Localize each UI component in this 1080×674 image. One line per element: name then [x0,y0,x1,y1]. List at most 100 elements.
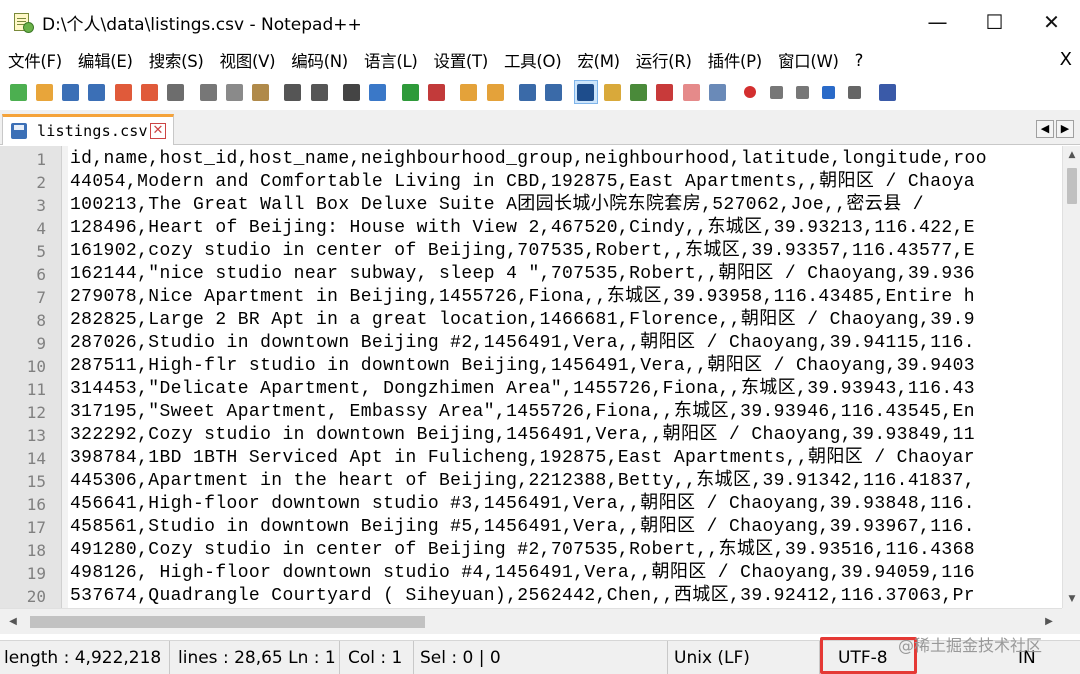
saved-file-icon [11,123,27,139]
code-line[interactable]: 282825,Large 2 BR Apt in a great locatio… [70,309,975,332]
monitor-button[interactable] [705,80,729,104]
close-document-button[interactable]: X [1060,49,1072,70]
record-macro-button[interactable] [738,80,762,104]
paste-button[interactable] [249,80,273,104]
spell-check-button[interactable] [875,80,899,104]
doc-map-icon [603,83,621,101]
minimize-button[interactable]: — [909,0,966,44]
tab-scroll-left-button[interactable]: ◀ [1036,120,1054,138]
scroll-up-icon[interactable]: ▲ [1063,146,1080,164]
code-line[interactable]: 445306,Apartment in the heart of Beijing… [70,470,975,493]
line-number: 7 [36,288,46,307]
code-line[interactable]: 100213,The Great Wall Box Deluxe Suite A… [70,194,924,217]
code-line[interactable]: 128496,Heart of Beijing: House with View… [70,217,975,240]
line-number: 1 [36,150,46,169]
editor-area[interactable]: 1 2 3 4 5 6 7 8 9 10 11 12 13 14 15 16 17 18 19 20 id,name,… [0,146,1080,608]
code-line[interactable]: 317195,"Sweet Apartment, Embassy Area",1… [70,401,975,424]
function-list-button[interactable] [627,80,651,104]
code-line[interactable]: 287026,Studio in downtown Beijing #2,145… [70,332,975,355]
code-line[interactable]: 458561,Studio in downtown Beijing #5,145… [70,516,975,539]
replace-icon [369,83,387,101]
replace-button[interactable] [366,80,390,104]
menu-encoding[interactable]: 编码(N) [283,48,356,72]
code-line[interactable]: 162144,"nice studio near subway, sleep 4… [70,263,975,286]
menu-settings[interactable]: 设置(T) [426,48,496,72]
code-line[interactable]: 287511,High-flr studio in downtown Beiji… [70,355,975,378]
save-macro-button[interactable] [843,80,867,104]
status-eol[interactable]: Unix (LF) [670,641,820,674]
sync-horizontal-icon [486,83,504,101]
window-controls: — ☐ ✕ [909,0,1080,44]
code-line[interactable]: 44054,Modern and Comfortable Living in C… [70,171,975,194]
code-line[interactable]: 161902,cozy studio in center of Beijing,… [70,240,975,263]
show-all-chars-button[interactable] [542,80,566,104]
code-line[interactable]: 322292,Cozy studio in downtown Beijing,1… [70,424,975,447]
paste-icon [252,83,270,101]
close-all-button[interactable] [137,80,161,104]
menu-edit[interactable]: 编辑(E) [70,48,141,72]
stop-record-icon [769,85,783,99]
zoom-out-button[interactable] [424,80,448,104]
play-macro-button[interactable] [790,80,814,104]
cut-button[interactable] [196,80,220,104]
maximize-button[interactable]: ☐ [966,0,1023,44]
new-file-button[interactable] [6,80,30,104]
folder-workspace-button[interactable] [653,80,677,104]
zoom-in-button[interactable] [398,80,422,104]
tab-listings-csv[interactable]: listings.csv ✕ [2,114,174,145]
code-line[interactable]: 456641,High-floor downtown studio #3,145… [70,493,975,516]
print-button[interactable] [164,80,188,104]
undo-button[interactable] [281,80,305,104]
menu-search[interactable]: 搜索(S) [141,48,212,72]
menu-tools[interactable]: 工具(O) [496,48,569,72]
scroll-left-icon[interactable]: ◀ [4,613,22,631]
tab-close-button[interactable]: ✕ [150,123,166,139]
save-all-button[interactable] [85,80,109,104]
open-file-button[interactable] [32,80,56,104]
save-button[interactable] [59,80,83,104]
line-number: 9 [36,334,46,353]
zoom-out-icon [427,83,445,101]
menu-run[interactable]: 运行(R) [628,48,700,72]
word-wrap-button[interactable] [515,80,539,104]
code-line[interactable]: 398784,1BD 1BTH Serviced Apt in Fulichen… [70,447,975,470]
status-sel: Sel : 0 | 0 [416,641,668,674]
horizontal-scroll-thumb[interactable] [30,616,425,628]
vertical-scrollbar[interactable]: ▲ ▼ [1062,146,1080,608]
close-button[interactable]: ✕ [1023,0,1080,44]
find-button[interactable] [340,80,364,104]
menu-window[interactable]: 窗口(W) [770,48,847,72]
scroll-down-icon[interactable]: ▼ [1063,590,1080,608]
folder-button[interactable] [679,80,703,104]
copy-button[interactable] [222,80,246,104]
code-line[interactable]: id,name,host_id,host_name,neighbourhood_… [70,148,987,171]
tab-scroll-right-button[interactable]: ▶ [1056,120,1074,138]
indent-guide-button[interactable] [573,80,598,104]
menu-plugins[interactable]: 插件(P) [700,48,770,72]
menu-language[interactable]: 语言(L) [356,48,426,72]
redo-button[interactable] [307,80,331,104]
line-number-gutter: 1 2 3 4 5 6 7 8 9 10 11 12 13 14 15 16 17 18 19 20 [0,146,62,608]
menu-help[interactable]: ? [847,51,871,70]
run-macro-multiple-button[interactable] [817,80,841,104]
menu-macro[interactable]: 宏(M) [569,48,627,72]
menu-view[interactable]: 视图(V) [212,48,284,72]
sync-vertical-button[interactable] [457,80,481,104]
spell-check-icon [878,83,896,101]
fold-margin [62,146,68,608]
scroll-right-icon[interactable]: ▶ [1040,613,1058,631]
horizontal-scrollbar[interactable]: ◀ ▶ [0,608,1062,634]
doc-map-button[interactable] [600,80,624,104]
code-line[interactable]: 498126, High-floor downtown studio #4,14… [70,562,975,585]
code-line[interactable]: 537674,Quadrangle Courtyard ( Siheyuan),… [70,585,975,608]
menu-file[interactable]: 文件(F) [0,48,70,72]
close-button[interactable] [111,80,135,104]
vertical-scroll-thumb[interactable] [1067,168,1077,204]
line-number: 8 [36,311,46,330]
code-line[interactable]: 279078,Nice Apartment in Beijing,1455726… [70,286,975,309]
stop-record-button[interactable] [764,80,788,104]
sync-horizontal-button[interactable] [483,80,507,104]
code-line[interactable]: 314453,"Delicate Apartment, Dongzhimen A… [70,378,975,401]
code-line[interactable]: 491280,Cozy studio in center of Beijing … [70,539,975,562]
play-macro-icon [795,85,809,99]
